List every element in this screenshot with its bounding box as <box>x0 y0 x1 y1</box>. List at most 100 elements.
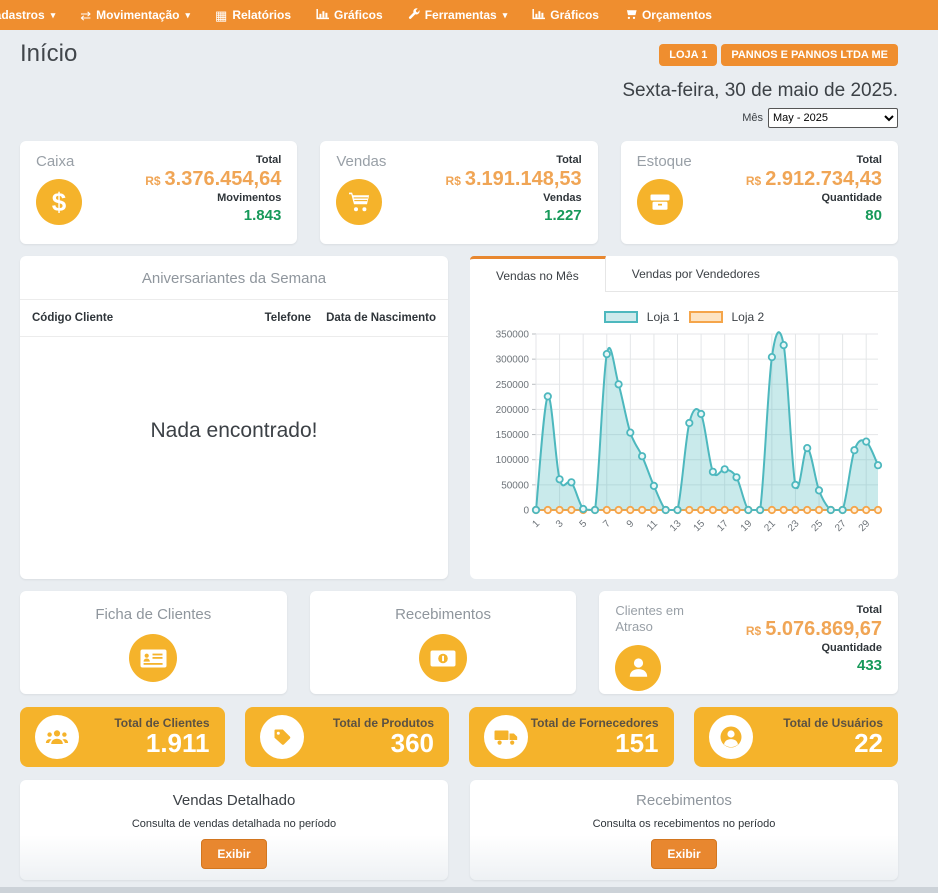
svg-text:200000: 200000 <box>496 405 530 416</box>
stat-value: 360 <box>391 730 434 757</box>
count-label: Movimentos <box>217 192 281 204</box>
nav-label: Movimentação <box>96 8 179 22</box>
total-value: R$2.912.734,43 <box>746 169 882 189</box>
card-title: Clientes em Atraso <box>615 603 707 636</box>
total-fornecedores-card: Total de Fornecedores 151 <box>469 707 674 767</box>
cart-icon <box>336 179 382 225</box>
svg-text:11: 11 <box>645 518 660 533</box>
total-usuarios-card: Total de Usuários 22 <box>694 707 899 767</box>
box-icon <box>637 179 683 225</box>
tabbar-filler <box>786 256 898 292</box>
cart-icon <box>624 8 637 22</box>
tag-icon <box>260 715 304 759</box>
count-value: 80 <box>865 207 882 224</box>
svg-text:150000: 150000 <box>496 430 530 441</box>
svg-text:250000: 250000 <box>496 380 530 391</box>
tab-vendas-por-vendedores[interactable]: Vendas por Vendedores <box>606 256 786 292</box>
exchange-icon: ⇄ <box>80 9 91 22</box>
svg-text:17: 17 <box>715 518 731 534</box>
nav-item-graficos-2[interactable]: Gráficos <box>532 8 599 22</box>
count-value: 1.843 <box>244 207 282 224</box>
recebimentos-panel: Recebimentos Consulta os recebimentos no… <box>470 780 898 880</box>
svg-text:0: 0 <box>523 506 529 517</box>
svg-text:29: 29 <box>857 518 873 534</box>
svg-text:50000: 50000 <box>501 480 529 491</box>
svg-text:5: 5 <box>578 518 590 530</box>
panel-description: Consulta os recebimentos no período <box>593 818 776 830</box>
vendas-detalhado-panel: Vendas Detalhado Consulta de vendas deta… <box>20 780 448 880</box>
count-label: Quantidade <box>822 642 883 654</box>
card-title: Estoque <box>637 153 692 170</box>
chevron-down-icon: ▾ <box>51 10 56 21</box>
total-clientes-card: Total de Clientes 1.911 <box>20 707 225 767</box>
wrench-icon <box>408 8 420 22</box>
store-badge[interactable]: LOJA 1 <box>659 44 717 66</box>
panel-title: Vendas Detalhado <box>173 792 296 809</box>
svg-text:1: 1 <box>530 518 542 530</box>
exibir-button[interactable]: Exibir <box>651 839 716 869</box>
birthdays-title: Aniversariantes da Semana <box>20 256 448 300</box>
company-badge[interactable]: PANNOS E PANNOS LTDA ME <box>721 44 898 66</box>
panel-title: Recebimentos <box>636 792 732 809</box>
sales-chart-panel: Loja 1 Loja 2 05000010000015000020000025… <box>470 292 898 579</box>
card-title: Caixa <box>36 153 82 170</box>
person-icon <box>615 645 661 691</box>
ficha-de-clientes-card[interactable]: Ficha de Clientes <box>20 591 287 694</box>
main-navbar: Cadastros ▾ ⇄ Movimentação ▾ ▦ Relatório… <box>0 0 938 30</box>
panel-description: Consulta de vendas detalhada no período <box>132 818 336 830</box>
total-label: Total <box>556 154 581 166</box>
count-label: Quantidade <box>821 192 882 204</box>
column-data-nascimento: Data de Nascimento <box>326 312 436 324</box>
svg-text:7: 7 <box>601 518 613 530</box>
nav-item-graficos-1[interactable]: Gráficos <box>316 8 383 22</box>
estoque-card: Estoque Total R$2.912.734,43 Quantidade … <box>621 141 898 244</box>
svg-text:9: 9 <box>625 518 637 530</box>
svg-text:350000: 350000 <box>496 330 530 341</box>
legend-label-loja2: Loja 2 <box>732 310 765 324</box>
nav-label: Gráficos <box>550 8 599 22</box>
nav-item-cadastros[interactable]: Cadastros ▾ <box>0 8 55 22</box>
exibir-button[interactable]: Exibir <box>201 839 266 869</box>
card-title: Ficha de Clientes <box>95 606 211 623</box>
stat-value: 151 <box>615 730 658 757</box>
card-title: Recebimentos <box>395 606 491 623</box>
nav-item-movimentacao[interactable]: ⇄ Movimentação ▾ <box>80 8 190 22</box>
svg-text:25: 25 <box>810 518 826 534</box>
svg-text:27: 27 <box>833 518 849 534</box>
chevron-down-icon: ▾ <box>185 10 190 21</box>
table-icon: ▦ <box>215 9 227 22</box>
nav-item-orcamentos[interactable]: Orçamentos <box>624 8 712 22</box>
legend-swatch-loja2 <box>689 311 723 323</box>
nav-label: Cadastros <box>0 8 45 22</box>
nav-label: Orçamentos <box>642 8 712 22</box>
total-label: Total <box>256 154 281 166</box>
svg-text:15: 15 <box>692 518 708 534</box>
total-label: Total <box>857 604 882 616</box>
sales-tabbar: Vendas no Mês Vendas por Vendedores <box>470 256 898 292</box>
nav-item-ferramentas[interactable]: Ferramentas ▾ <box>408 8 508 22</box>
column-codigo-cliente: Código Cliente <box>32 312 113 324</box>
card-title: Vendas <box>336 153 386 170</box>
nav-item-relatorios[interactable]: ▦ Relatórios <box>215 8 291 22</box>
recebimentos-card[interactable]: Recebimentos <box>310 591 577 694</box>
svg-text:23: 23 <box>786 518 802 534</box>
column-telefone: Telefone <box>265 312 311 324</box>
svg-text:21: 21 <box>762 518 778 534</box>
birthdays-panel: Aniversariantes da Semana Código Cliente… <box>20 256 448 579</box>
truck-icon <box>484 715 528 759</box>
count-label: Vendas <box>543 192 582 204</box>
stat-value: 1.911 <box>146 730 210 757</box>
tab-vendas-no-mes[interactable]: Vendas no Mês <box>470 256 606 292</box>
vendas-card: Vendas Total R$3.191.148,53 Vendas 1.227 <box>320 141 597 244</box>
total-value: R$3.191.148,53 <box>446 169 582 189</box>
legend-label-loja1: Loja 1 <box>647 310 680 324</box>
count-value: 433 <box>857 657 882 674</box>
users-icon <box>35 715 79 759</box>
store-badges: LOJA 1 PANNOS E PANNOS LTDA ME <box>659 44 898 66</box>
bar-chart-icon <box>532 9 545 22</box>
month-select[interactable]: May - 2025 <box>768 108 898 128</box>
count-value: 1.227 <box>544 207 582 224</box>
total-value: R$3.376.454,64 <box>145 169 281 189</box>
stat-value: 22 <box>854 730 883 757</box>
svg-text:3: 3 <box>554 518 566 530</box>
